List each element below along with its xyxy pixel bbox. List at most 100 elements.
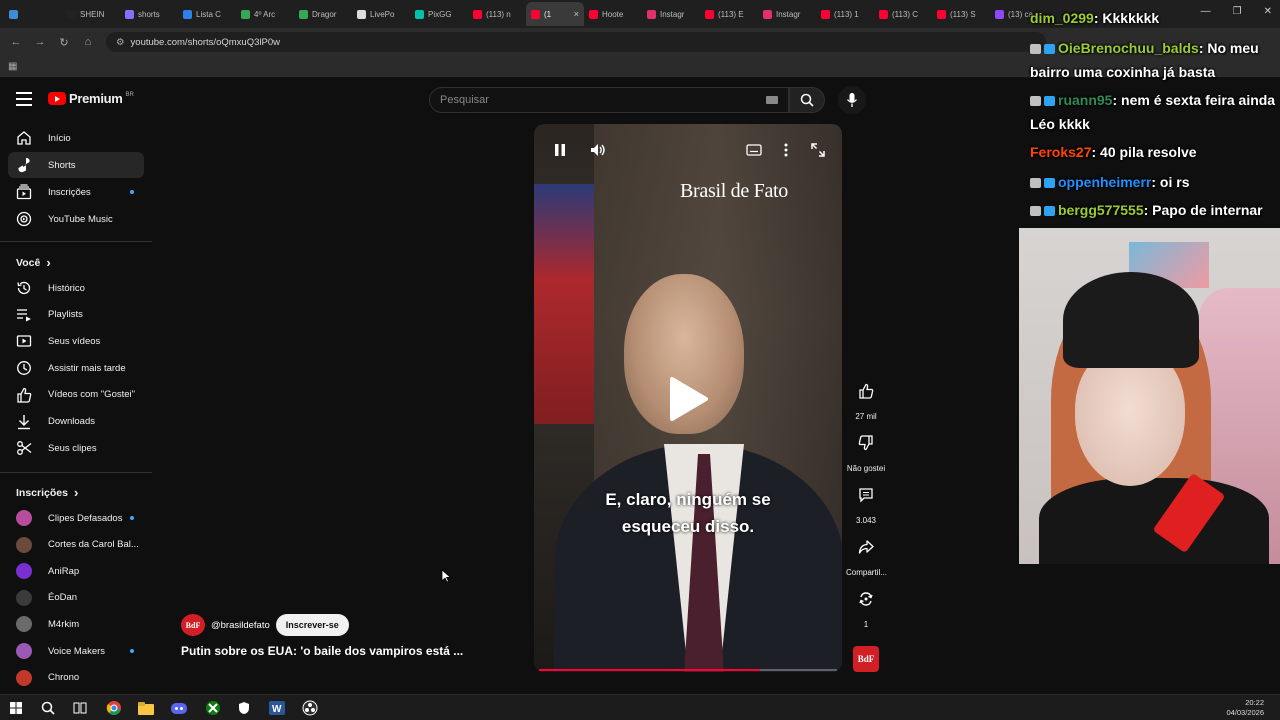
taskbar-search-icon[interactable] [40,700,56,716]
tab-title: (113) n [486,9,511,19]
subscription-channel-item[interactable]: Voice Makers [8,638,144,664]
subscription-channel-item[interactable]: Cortes da Carol Bal... [8,532,144,558]
subscription-channel-item[interactable]: AniRap [8,558,144,584]
fullscreen-button[interactable] [808,142,828,158]
browser-tab[interactable]: (113) C [874,2,932,26]
browser-tab[interactable]: Dragor [294,2,352,26]
you-section-heading[interactable]: Você › [16,255,51,270]
browser-tab[interactable]: Instagr [642,2,700,26]
subscription-channel-item[interactable]: M4rkim [8,611,144,637]
channel-avatar[interactable]: BdF [181,614,205,636]
reload-icon[interactable]: ↻ [52,36,76,49]
remix-action[interactable]: 1 [846,584,886,629]
browser-tab[interactable]: (113) n [468,2,526,26]
windows-start-icon[interactable] [8,700,24,716]
sidebar-item-watch-later[interactable]: Assistir mais tarde [8,355,144,381]
tab-favicon-icon [589,9,598,19]
search-icon [800,93,814,107]
volume-button[interactable] [588,142,608,158]
subscription-channel-item[interactable]: Chrono [8,665,144,691]
chat-message: Feroks27: 40 pila resolve [1030,140,1276,164]
chat-username: oppenheimerr [1058,174,1152,190]
sidebar-item-playlists[interactable]: Playlists [8,302,144,328]
sidebar-item-music[interactable]: YouTube Music [8,206,144,232]
browser-tab[interactable]: (1 × [526,2,584,26]
file-explorer-icon[interactable] [138,700,154,716]
browser-tab[interactable]: PixGG [410,2,468,26]
prime-badge-icon [1044,44,1055,55]
obs-icon[interactable] [302,700,318,716]
browser-tab[interactable]: (113) E [700,2,758,26]
apps-grid-icon[interactable]: ▦ [8,61,17,72]
browser-tab[interactable]: Instagr [758,2,816,26]
back-icon[interactable]: ← [4,36,28,48]
sidebar-item-your-videos[interactable]: Seus vídeos [8,328,144,354]
browser-tab[interactable]: SHEIN [62,2,120,26]
dislike-action[interactable]: Não gostei [846,428,886,473]
sidebar-item-history[interactable]: Histórico [8,275,144,301]
share-button[interactable] [851,532,881,562]
system-clock[interactable]: 20:22 04/03/2026 [1226,698,1264,718]
keyboard-icon[interactable] [766,96,778,104]
voice-search-button[interactable] [838,86,866,114]
sidebar-item-home[interactable]: Início [8,125,144,151]
tab-favicon-icon [183,9,192,19]
subscribe-button[interactable]: Inscrever-se [275,614,349,636]
sidebar-item-label: Início [48,132,71,144]
browser-tab[interactable]: Hoote [584,2,642,26]
like-action[interactable]: 27 mil [846,376,886,421]
comments-button[interactable] [851,480,881,510]
video-progress-bar[interactable] [539,669,837,671]
channel-thumbnail[interactable]: BdF [853,646,879,672]
sidebar-item-clips[interactable]: Seus clipes [8,435,144,461]
browser-tab[interactable]: 4º Arc [236,2,294,26]
new-content-dot [130,516,134,520]
menu-icon[interactable] [16,92,32,106]
site-info-icon[interactable]: ⚙ [116,37,125,48]
big-play-button[interactable] [656,376,720,422]
browser-tab[interactable]: shorts [120,2,178,26]
discord-icon[interactable] [171,700,187,716]
browser-tab[interactable] [4,2,62,26]
subscription-channel-item[interactable]: Clipes Defasados [8,505,144,531]
sidebar-item-download[interactable]: Downloads [8,409,144,435]
like-button[interactable] [851,376,881,406]
search-input[interactable]: Pesquisar [429,87,789,113]
subscription-channel-item[interactable]: ÉoDan [8,585,144,611]
captions-button[interactable] [744,142,764,158]
xbox-icon[interactable] [205,700,221,716]
subscriptions-section-heading[interactable]: Inscrições › [16,485,78,500]
browser-tab[interactable]: (113) S [932,2,990,26]
sidebar-item-liked[interactable]: Vídeos com "Gostei" [8,382,144,408]
more-options-button[interactable] [776,142,796,158]
video-title[interactable]: Putin sobre os EUA: 'o baile dos vampiro… [181,644,463,658]
channel-handle[interactable]: @brasildefato [211,620,270,631]
share-action[interactable]: Compartil... [846,532,887,577]
shorts-player[interactable]: Brasil de Fato E, claro, ninguém se esqu… [534,124,842,672]
youtube-logo[interactable]: Premium BR [48,91,134,106]
dislike-button[interactable] [851,428,881,458]
share-icon [858,540,874,554]
task-view-icon[interactable] [72,700,88,716]
browser-tab[interactable]: LivePo [352,2,410,26]
tab-close-icon[interactable]: × [574,9,579,19]
chat-message: dim_0299: Kkkkkkk [1030,6,1276,30]
security-shield-icon[interactable] [236,700,252,716]
comments-action[interactable]: 3.043 [846,480,886,525]
sidebar-item-shorts[interactable]: Shorts [8,152,144,178]
word-icon[interactable]: W [269,700,285,716]
tab-favicon-icon [879,9,888,19]
chrome-icon[interactable] [106,700,122,716]
browser-tab[interactable]: (113) 1 [816,2,874,26]
fullscreen-icon [811,143,825,157]
search-button[interactable] [789,87,825,113]
forward-icon[interactable]: → [28,36,52,48]
tab-favicon-icon [357,9,366,19]
tab-favicon-icon [531,9,540,19]
url-field[interactable]: ⚙ youtube.com/shorts/oQmxuQ3lP0w [106,32,1046,52]
sidebar-item-subscriptions[interactable]: Inscrições [8,179,144,205]
pause-button[interactable] [550,142,570,158]
browser-tab[interactable]: Lista C [178,2,236,26]
remix-button[interactable] [851,584,881,614]
home-browser-icon[interactable]: ⌂ [76,36,100,48]
